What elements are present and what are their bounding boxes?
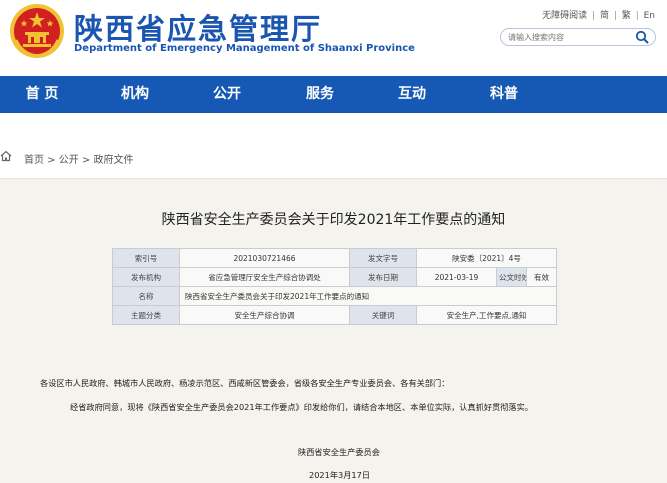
name-label: 名称 <box>112 286 180 306</box>
breadcrumb-trail: 首页 > 公开 > 政府文件 <box>24 151 134 166</box>
issuer-value: 省应急管理厅安全生产综合协调处 <box>179 267 350 287</box>
date-label: 发布日期 <box>349 267 417 287</box>
nav-item-home[interactable]: 首 页 <box>12 76 72 113</box>
breadcrumb-separator: > <box>44 155 59 166</box>
document-content: 陕西省安全生产委员会关于印发2021年工作要点的通知 索引号 202103072… <box>0 179 667 483</box>
home-icon <box>0 150 12 162</box>
top-links: 无障碍阅读 | 简 | 繁 | En <box>542 8 655 21</box>
separator: | <box>592 11 596 21</box>
doc-no-label: 发文字号 <box>349 248 417 268</box>
accessibility-link[interactable]: 无障碍阅读 <box>542 11 587 21</box>
english-link[interactable]: En <box>644 11 655 21</box>
search-icon[interactable] <box>635 30 649 44</box>
table-row: 名称 陕西省安全生产委员会关于印发2021年工作要点的通知 <box>112 286 558 306</box>
breadcrumb: 首页 > 公开 > 政府文件 <box>0 150 667 166</box>
national-emblem-icon <box>10 4 64 58</box>
simplified-link[interactable]: 简 <box>600 11 609 21</box>
category-label: 主题分类 <box>112 305 180 325</box>
traditional-link[interactable]: 繁 <box>622 11 631 21</box>
document-title: 陕西省安全生产委员会关于印发2021年工作要点的通知 <box>161 212 506 228</box>
breadcrumb-home[interactable]: 首页 <box>24 155 44 166</box>
date-value: 2021-03-19 <box>416 267 497 287</box>
document-addressee: 各设区市人民政府、韩城市人民政府、杨凌示范区、西咸新区管委会，省级各安全生产专业… <box>40 378 450 388</box>
document-body: 经省政府同意，现将《陕西省安全生产委员会2021年工作要点》印发给你们，请结合本… <box>70 402 533 412</box>
validity-label: 公文时效 <box>496 267 527 287</box>
doc-no-value: 陕安委〔2021〕4号 <box>415 248 558 268</box>
nav-item-service[interactable]: 服务 <box>290 76 350 113</box>
breadcrumb-gov-docs[interactable]: 政府文件 <box>94 155 134 166</box>
site-subtitle: Department of Emergency Management of Sh… <box>74 43 415 54</box>
table-row: 索引号 2021030721466 发文字号 陕安委〔2021〕4号 <box>112 248 558 268</box>
validity-value: 有效 <box>525 267 558 287</box>
document-meta-table: 索引号 2021030721466 发文字号 陕安委〔2021〕4号 发布机构 … <box>112 248 558 325</box>
document-sign-date: 2021年3月17日 <box>309 470 371 480</box>
nav-item-interaction[interactable]: 互动 <box>382 76 442 113</box>
site-title: 陕西省应急管理厅 <box>74 12 323 46</box>
site-header: 陕西省应急管理厅 Department of Emergency Managem… <box>0 0 667 76</box>
nav-item-organization[interactable]: 机构 <box>105 76 165 113</box>
index-value: 2021030721466 <box>179 248 350 268</box>
keyword-value: 安全生产,工作要点,通知 <box>415 305 558 325</box>
nav-item-science[interactable]: 科普 <box>474 76 534 113</box>
document-signature: 陕西省安全生产委员会 <box>298 447 380 457</box>
search-input[interactable] <box>508 30 628 44</box>
breadcrumb-public[interactable]: 公开 <box>59 155 79 166</box>
main-nav: 首 页 机构 公开 服务 互动 科普 <box>0 76 667 113</box>
breadcrumb-separator: > <box>78 155 94 166</box>
search-box <box>500 28 656 46</box>
name-value: 陕西省安全生产委员会关于印发2021年工作要点的通知 <box>178 286 558 306</box>
category-value: 安全生产综合协调 <box>179 305 350 325</box>
nav-item-public[interactable]: 公开 <box>197 76 257 113</box>
index-label: 索引号 <box>112 248 180 268</box>
issuer-label: 发布机构 <box>112 267 180 287</box>
table-row: 主题分类 安全生产综合协调 关键词 安全生产,工作要点,通知 <box>112 305 558 325</box>
table-row: 发布机构 省应急管理厅安全生产综合协调处 发布日期 2021-03-19 公文时… <box>112 267 558 287</box>
separator: | <box>613 11 617 21</box>
separator: | <box>635 11 639 21</box>
keyword-label: 关键词 <box>349 305 417 325</box>
